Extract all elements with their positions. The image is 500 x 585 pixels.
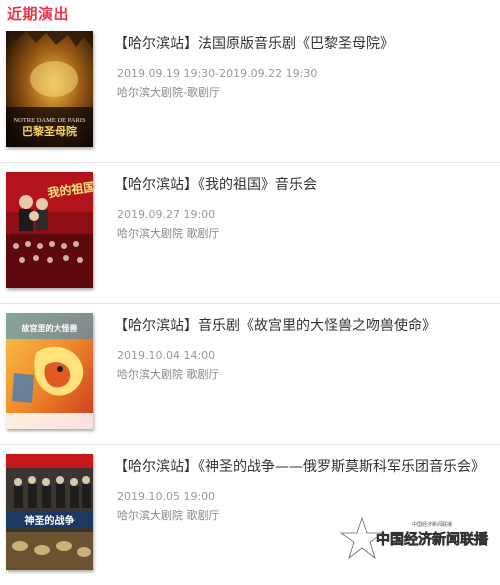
poster-notre-dame: NOTRE DAME DE PARIS 巴黎圣母院 xyxy=(6,31,93,147)
performance-datetime: 2019.10.05 19:00 xyxy=(117,490,216,503)
poster-heading-cn: 神圣的战争 xyxy=(25,514,75,527)
performance-title[interactable]: 【哈尔滨站】《我的祖国》音乐会 xyxy=(114,174,490,194)
performance-title[interactable]: 【哈尔滨站】《神圣的战争——俄罗斯莫斯科军乐团音乐会》 xyxy=(114,456,490,476)
poster-holy-war: 神圣的战争 xyxy=(6,454,93,570)
poster-heading-en: NOTRE DAME DE PARIS xyxy=(13,117,86,124)
list-item[interactable]: 我的祖国 【哈尔滨站】《我的祖国》音乐会 2019.09.27 19:00 哈尔… xyxy=(0,163,500,304)
watermark-logo: 中国经济新闻联播 中国经济新闻联播 xyxy=(340,514,490,566)
poster-image[interactable]: 我的祖国 xyxy=(6,172,93,288)
poster-palace-monster: 故宫里的大怪兽 xyxy=(6,313,93,429)
performance-title[interactable]: 【哈尔滨站】音乐剧《故宫里的大怪兽之吻兽使命》 xyxy=(114,315,490,335)
list-item[interactable]: NOTRE DAME DE PARIS 巴黎圣母院 【哈尔滨站】法国原版音乐剧《… xyxy=(0,22,500,163)
list-item[interactable]: 故宫里的大怪兽 【哈尔滨站】音乐剧《故宫里的大怪兽之吻兽使命》 2019.10.… xyxy=(0,304,500,445)
watermark-text: 中国经济新闻联播 xyxy=(376,531,489,548)
performance-datetime: 2019.09.19 19:30-2019.09.22 19:30 xyxy=(117,67,318,80)
performance-list: NOTRE DAME DE PARIS 巴黎圣母院 【哈尔滨站】法国原版音乐剧《… xyxy=(0,22,500,585)
performance-datetime: 2019.10.04 14:00 xyxy=(117,349,216,362)
performance-venue: 哈尔滨大剧院 歌剧厅 xyxy=(117,509,220,522)
poster-image[interactable]: 神圣的战争 xyxy=(6,454,93,570)
watermark-small-text: 中国经济新闻联播 xyxy=(412,521,452,528)
poster-heading-cn: 巴黎圣母院 xyxy=(22,124,77,138)
section-title: 近期演出 xyxy=(7,5,70,23)
performance-venue: 哈尔滨大剧院-歌剧厅 xyxy=(117,86,220,99)
performance-venue: 哈尔滨大剧院 歌剧厅 xyxy=(117,368,220,381)
poster-image[interactable]: 故宫里的大怪兽 xyxy=(6,313,93,429)
poster-heading-cn: 故宫里的大怪兽 xyxy=(22,323,78,333)
star-logo-icon: 中国经济新闻联播 中国经济新闻联播 xyxy=(340,514,489,562)
poster-image[interactable]: NOTRE DAME DE PARIS 巴黎圣母院 xyxy=(6,31,93,147)
performance-title[interactable]: 【哈尔滨站】法国原版音乐剧《巴黎圣母院》 xyxy=(114,33,490,53)
performance-datetime: 2019.09.27 19:00 xyxy=(117,208,216,221)
performance-venue: 哈尔滨大剧院 歌剧厅 xyxy=(117,227,220,240)
poster-my-motherland: 我的祖国 xyxy=(6,172,93,288)
